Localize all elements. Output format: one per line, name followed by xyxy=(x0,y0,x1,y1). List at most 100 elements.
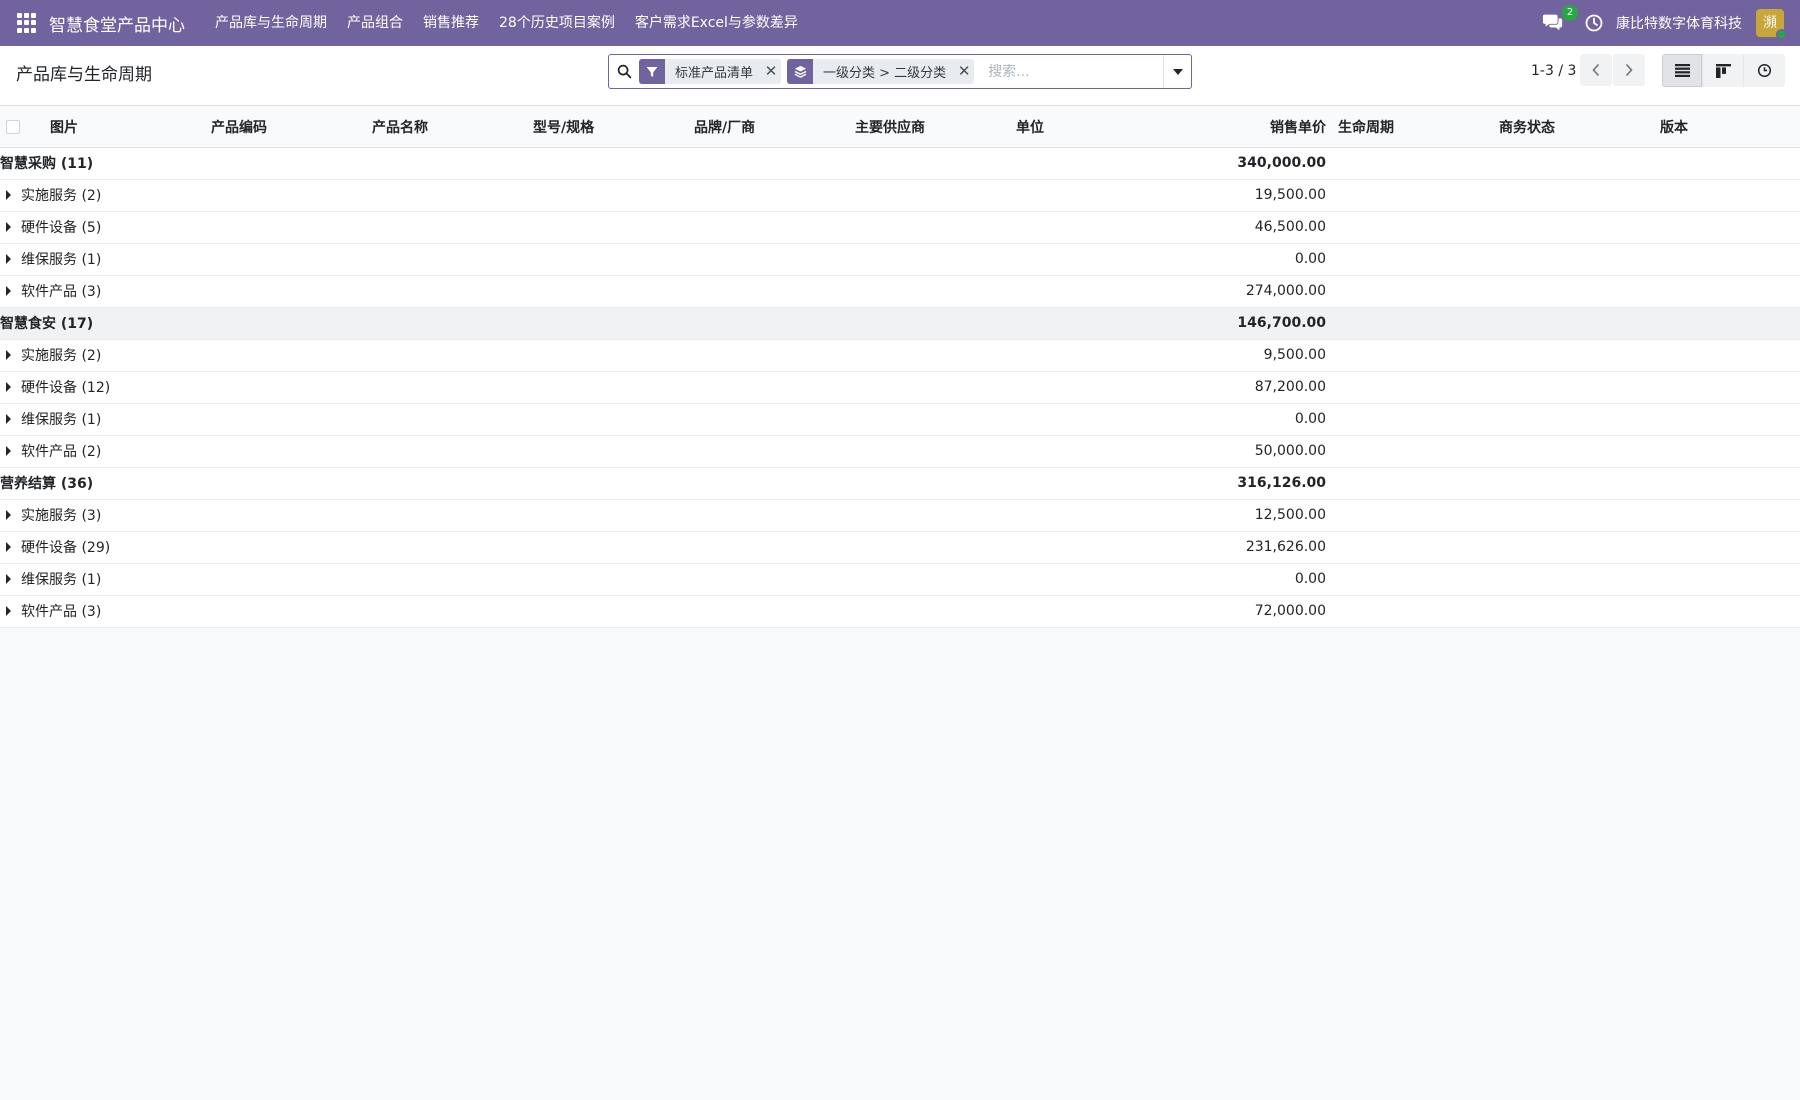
column-header-lifecycle[interactable]: 生命周期 xyxy=(1332,107,1493,148)
group-by-facet-label: 一级分类 > 二级分类 xyxy=(823,66,947,81)
subgroup-total: 12,500.00 xyxy=(1171,499,1332,532)
column-header-unit[interactable]: 单位 xyxy=(1010,107,1171,148)
kanban-icon xyxy=(1715,63,1731,78)
menu-item-sales-recommend[interactable]: 销售推荐 xyxy=(413,0,489,46)
caret-right-icon xyxy=(6,446,11,456)
user-avatar[interactable]: 瀕 xyxy=(1756,9,1787,40)
filter-facet[interactable]: 标准产品清单 ✕ xyxy=(639,59,782,84)
column-header-model-spec[interactable]: 型号/规格 xyxy=(527,107,688,148)
column-header-product-code[interactable]: 产品编码 xyxy=(205,107,366,148)
column-header-product-name[interactable]: 产品名称 xyxy=(366,107,527,148)
group-by-facet[interactable]: 一级分类 > 二级分类 ✕ xyxy=(787,59,975,84)
search-options-toggle[interactable] xyxy=(1163,55,1191,88)
subgroup-total: 0.00 xyxy=(1171,563,1332,596)
column-header-version[interactable]: 版本 xyxy=(1654,107,1800,148)
filter-icon xyxy=(639,59,665,84)
subgroup-total: 0.00 xyxy=(1171,403,1332,436)
subgroup-row[interactable]: 实施服务 (3) 12,500.00 xyxy=(0,499,1800,532)
pager-previous-button[interactable] xyxy=(1580,54,1612,86)
activity-view-button[interactable] xyxy=(1744,54,1785,87)
caret-right-icon xyxy=(6,382,11,392)
column-header-sale-price[interactable]: 销售单价 xyxy=(1171,107,1332,148)
subgroup-row[interactable]: 软件产品 (3) 274,000.00 xyxy=(0,275,1800,308)
main-menu: 产品库与生命周期 产品组合 销售推荐 28个历史项目案例 客户需求Excel与参… xyxy=(205,0,808,46)
menu-item-product-lifecycle[interactable]: 产品库与生命周期 xyxy=(205,0,337,46)
remove-filter-facet-icon[interactable]: ✕ xyxy=(761,59,781,84)
caret-right-icon xyxy=(6,510,11,520)
group-label: 智慧采购 (11) xyxy=(0,156,94,172)
caret-right-icon xyxy=(6,350,11,360)
group-label: 营养结算 (36) xyxy=(0,476,94,492)
subgroup-label: 硬件设备 (5) xyxy=(21,220,102,236)
subgroup-row[interactable]: 维保服务 (1) 0.00 xyxy=(0,403,1800,436)
view-switcher xyxy=(1662,54,1785,87)
subgroup-label: 硬件设备 (29) xyxy=(21,540,111,556)
menu-item-customer-excel[interactable]: 客户需求Excel与参数差异 xyxy=(625,0,808,46)
column-header-supplier[interactable]: 主要供应商 xyxy=(849,107,1010,148)
messages-button[interactable]: 2 xyxy=(1542,5,1578,35)
group-total: 146,700.00 xyxy=(1171,307,1332,340)
group-row[interactable]: 营养结算 (36) 316,126.00 xyxy=(0,467,1800,500)
kanban-view-button[interactable] xyxy=(1703,54,1744,87)
activities-button[interactable] xyxy=(1584,13,1604,33)
search-icon[interactable] xyxy=(609,55,639,88)
avatar-initial: 瀕 xyxy=(1763,15,1777,31)
subgroup-total: 231,626.00 xyxy=(1171,531,1332,564)
chat-bubbles-icon xyxy=(1542,14,1563,31)
group-by-layers-icon xyxy=(787,59,814,84)
search-input[interactable] xyxy=(980,56,1163,87)
search-bar: 标准产品清单 ✕ 一级分类 > 二级分类 ✕ xyxy=(608,54,1192,89)
group-row[interactable]: 智慧采购 (11) 340,000.00 xyxy=(0,147,1800,180)
control-panel: 产品库与生命周期 标准产品清单 ✕ 一级分类 > 二级分类 ✕ 搜索... 1-… xyxy=(0,46,1800,106)
subgroup-row[interactable]: 硬件设备 (29) 231,626.00 xyxy=(0,531,1800,564)
subgroup-label: 实施服务 (2) xyxy=(21,188,102,204)
caret-right-icon xyxy=(6,574,11,584)
app-brand[interactable]: 智慧食堂产品中心 xyxy=(49,11,185,36)
subgroup-label: 硬件设备 (12) xyxy=(21,380,111,396)
navbar-systray: 2 康比特数字体育科技 瀕 xyxy=(1542,0,1800,46)
column-header-image[interactable]: 图片 xyxy=(44,107,205,148)
list-view: 图片 产品编码 产品名称 型号/规格 品牌/厂商 主要供应商 单位 销售单价 生… xyxy=(0,107,1800,628)
table-header-row: 图片 产品编码 产品名称 型号/规格 品牌/厂商 主要供应商 单位 销售单价 生… xyxy=(0,107,1800,148)
subgroup-row[interactable]: 硬件设备 (5) 46,500.00 xyxy=(0,211,1800,244)
column-header-business-status[interactable]: 商务状态 xyxy=(1493,107,1654,148)
filter-facet-label: 标准产品清单 xyxy=(675,66,754,81)
subgroup-label: 维保服务 (1) xyxy=(21,252,102,268)
subgroup-label: 维保服务 (1) xyxy=(21,572,102,588)
group-row[interactable]: 智慧食安 (17) 146,700.00 xyxy=(0,307,1800,340)
subgroup-label: 软件产品 (3) xyxy=(21,604,102,620)
pager-value[interactable]: 1-3 / 3 xyxy=(1531,63,1576,79)
group-total: 340,000.00 xyxy=(1171,147,1332,180)
caret-right-icon xyxy=(6,414,11,424)
column-header-brand[interactable]: 品牌/厂商 xyxy=(688,107,849,148)
list-icon xyxy=(1674,64,1690,77)
subgroup-total: 274,000.00 xyxy=(1171,275,1332,308)
caret-right-icon xyxy=(6,542,11,552)
chevron-right-icon xyxy=(1625,63,1633,77)
subgroup-row[interactable]: 实施服务 (2) 9,500.00 xyxy=(0,339,1800,372)
subgroup-total: 72,000.00 xyxy=(1171,595,1332,628)
subgroup-row[interactable]: 维保服务 (1) 0.00 xyxy=(0,243,1800,276)
subgroup-total: 0.00 xyxy=(1171,243,1332,276)
menu-item-product-portfolio[interactable]: 产品组合 xyxy=(337,0,413,46)
remove-group-by-facet-icon[interactable]: ✕ xyxy=(954,59,974,84)
pager-next-button[interactable] xyxy=(1613,54,1645,86)
subgroup-row[interactable]: 实施服务 (2) 19,500.00 xyxy=(0,179,1800,212)
subgroup-row[interactable]: 硬件设备 (12) 87,200.00 xyxy=(0,371,1800,404)
company-switcher[interactable]: 康比特数字体育科技 xyxy=(1616,13,1742,33)
menu-item-history-cases[interactable]: 28个历史项目案例 xyxy=(489,0,625,46)
product-list-table: 图片 产品编码 产品名称 型号/规格 品牌/厂商 主要供应商 单位 销售单价 生… xyxy=(0,107,1800,628)
subgroup-row[interactable]: 软件产品 (2) 50,000.00 xyxy=(0,435,1800,468)
app-grid-icon[interactable] xyxy=(17,13,37,33)
messages-count-badge: 2 xyxy=(1562,5,1578,21)
select-all-checkbox[interactable] xyxy=(6,119,20,134)
list-view-button[interactable] xyxy=(1662,54,1703,87)
subgroup-row[interactable]: 维保服务 (1) 0.00 xyxy=(0,563,1800,596)
subgroup-row[interactable]: 软件产品 (3) 72,000.00 xyxy=(0,595,1800,628)
clock-icon xyxy=(1585,14,1603,32)
caret-right-icon xyxy=(6,222,11,232)
subgroup-total: 46,500.00 xyxy=(1171,211,1332,244)
subgroup-label: 软件产品 (2) xyxy=(21,444,102,460)
subgroup-label: 实施服务 (2) xyxy=(21,348,102,364)
caret-right-icon xyxy=(6,190,11,200)
